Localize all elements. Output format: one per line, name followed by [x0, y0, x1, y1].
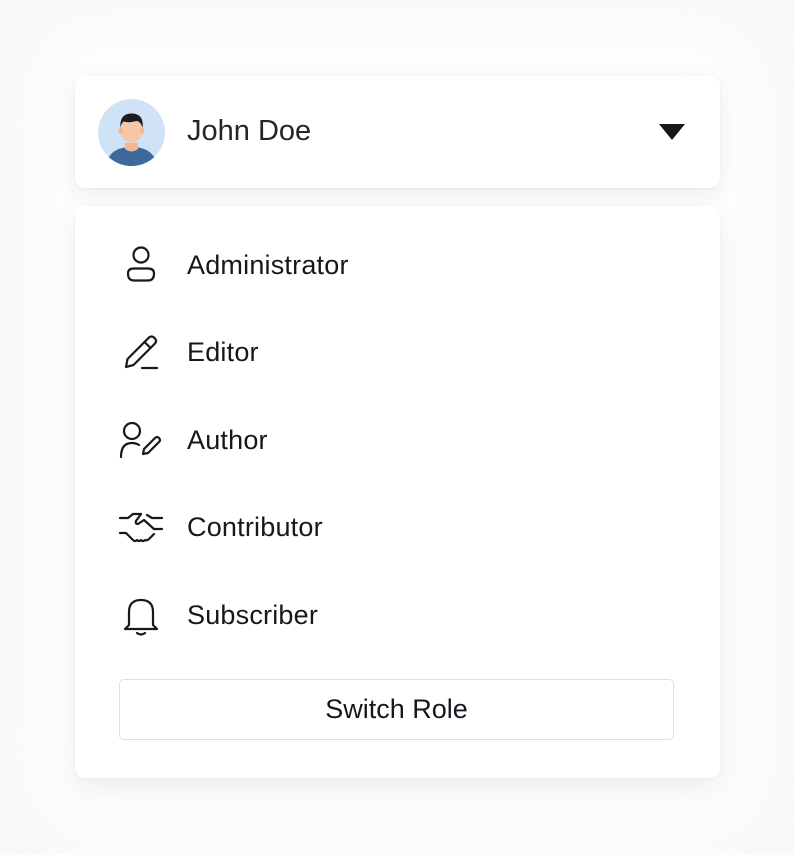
user-name: John Doe: [187, 115, 312, 147]
role-label: Subscriber: [187, 599, 319, 630]
role-label: Author: [187, 424, 268, 455]
role-label: Editor: [187, 336, 259, 367]
role-label: Contributor: [187, 511, 323, 542]
pencil-icon: [118, 329, 164, 375]
user-icon: [118, 242, 164, 288]
handshake-icon: [118, 504, 164, 550]
switch-role-button[interactable]: Switch Role: [119, 679, 674, 740]
user-pen-icon: [118, 417, 164, 463]
bell-icon: [118, 592, 164, 638]
caret-down-icon[interactable]: [659, 124, 685, 140]
avatar: [98, 99, 165, 166]
role-item-subscriber[interactable]: Subscriber: [118, 590, 678, 640]
role-item-administrator[interactable]: Administrator: [118, 240, 678, 290]
role-item-author[interactable]: Author: [118, 415, 678, 465]
role-item-editor[interactable]: Editor: [118, 327, 678, 377]
user-dropdown-header[interactable]: John Doe: [75, 76, 720, 188]
role-item-contributor[interactable]: Contributor: [118, 502, 678, 552]
role-menu: Administrator Editor Author Contributor …: [75, 206, 720, 778]
role-label: Administrator: [187, 249, 349, 280]
